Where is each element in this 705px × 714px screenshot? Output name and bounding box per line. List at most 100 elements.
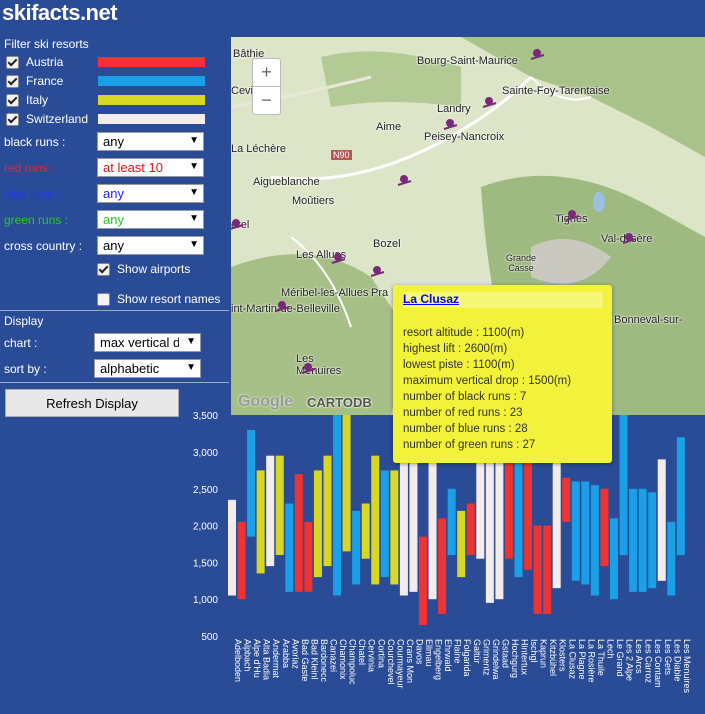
y-tick-label: 3,500 <box>193 411 218 422</box>
x-tick-label: Les 2 Alpe <box>625 639 635 681</box>
checkbox-icon[interactable] <box>97 292 110 306</box>
x-tick-label: Ehrwald <box>443 639 453 672</box>
zoom-out-button[interactable]: − <box>252 86 281 115</box>
green-runs-select[interactable]: any ▼ <box>97 210 204 229</box>
chart-bar[interactable] <box>543 525 552 614</box>
chart-bar[interactable] <box>619 407 628 556</box>
popup-resort-link[interactable]: La Clusaz <box>403 292 603 308</box>
country-label: Switzerland <box>26 112 89 126</box>
chart-bar[interactable] <box>380 470 389 578</box>
chart-bar[interactable] <box>294 474 303 592</box>
chart-bar[interactable] <box>323 455 332 567</box>
chart-bar[interactable] <box>610 518 618 600</box>
chart-bar[interactable] <box>256 470 265 574</box>
country-italy-checkbox[interactable]: Italy <box>6 92 48 108</box>
chart-select[interactable]: max vertical d ▼ <box>94 333 201 352</box>
chart-bar[interactable] <box>485 452 494 603</box>
x-tick-label: La Thuile <box>596 639 606 676</box>
skier-marker-icon[interactable] <box>482 97 497 108</box>
checkbox-icon[interactable] <box>6 112 19 126</box>
chart-bar[interactable] <box>600 488 609 567</box>
divider <box>0 382 229 383</box>
skier-marker-icon[interactable] <box>565 210 580 221</box>
show-resort-names-checkbox[interactable]: Show resort names <box>97 292 220 306</box>
dropdown-arrow-icon: ▼ <box>189 187 199 198</box>
popup-line: number of blue runs : 28 <box>403 423 528 435</box>
chart-bar[interactable] <box>466 503 475 556</box>
chart-bar[interactable] <box>667 521 676 596</box>
sort-select[interactable]: alphabetic ▼ <box>94 359 201 378</box>
checkbox-icon[interactable] <box>6 74 19 88</box>
chart-bar[interactable] <box>648 492 657 589</box>
chart-bar[interactable] <box>419 536 427 625</box>
chart-bar[interactable] <box>495 452 504 600</box>
site-title[interactable]: skifacts.net <box>2 0 118 26</box>
x-tick-label: Canazei <box>329 639 339 672</box>
chart-bar[interactable] <box>266 455 275 567</box>
x-tick-label: Hintertux <box>520 639 530 676</box>
chart-bar[interactable] <box>371 455 380 585</box>
chart-bar[interactable] <box>562 477 571 522</box>
checkbox-icon[interactable] <box>6 93 19 107</box>
skier-marker-icon[interactable] <box>301 363 316 374</box>
chart-bar[interactable] <box>237 521 246 600</box>
skier-marker-icon[interactable] <box>397 175 412 186</box>
skier-marker-icon[interactable] <box>443 119 458 130</box>
chart-bar[interactable] <box>228 499 236 596</box>
skier-marker-icon[interactable] <box>275 301 290 312</box>
chart-bar[interactable] <box>275 455 284 556</box>
x-tick-label: Kaprun <box>539 639 549 668</box>
chart-bar[interactable] <box>676 437 685 556</box>
country-switzerland-checkbox[interactable]: Switzerland <box>6 111 88 127</box>
chart-bar[interactable] <box>533 525 542 614</box>
chart-bar[interactable] <box>342 411 351 552</box>
chart-bar[interactable] <box>313 470 322 578</box>
chart-bar[interactable] <box>390 470 399 585</box>
y-tick-label: 1,000 <box>193 595 218 606</box>
red-runs-select[interactable]: at least 10 ▼ <box>97 158 204 177</box>
chart-bar[interactable] <box>552 463 561 589</box>
black-runs-select[interactable]: any ▼ <box>97 132 204 151</box>
skier-marker-icon[interactable] <box>622 233 637 244</box>
skier-marker-icon[interactable] <box>331 253 346 264</box>
chart-bar[interactable] <box>399 452 408 596</box>
x-tick-label: Hochgurg <box>510 639 520 678</box>
chart-bar[interactable] <box>590 485 599 596</box>
chart-bar[interactable] <box>524 459 533 570</box>
show-airports-checkbox[interactable]: Show airports <box>97 262 190 276</box>
chart-bar[interactable] <box>438 518 447 614</box>
checkbox-icon[interactable] <box>6 55 19 69</box>
chart-bar[interactable] <box>304 521 313 592</box>
chart-bar[interactable] <box>409 463 418 592</box>
chart-bar[interactable] <box>352 510 361 585</box>
chart-bar[interactable] <box>638 488 647 592</box>
chart-bar[interactable] <box>476 459 485 559</box>
chart-bar[interactable] <box>457 510 466 578</box>
chart-bar[interactable] <box>447 488 456 556</box>
skier-marker-icon[interactable] <box>530 49 545 60</box>
chart-bar[interactable] <box>657 459 666 581</box>
x-tick-label: Chamonix <box>338 639 348 680</box>
chart-bar[interactable] <box>428 452 437 600</box>
refresh-display-button[interactable]: Refresh Display <box>5 389 179 417</box>
chart-bar[interactable] <box>333 407 342 596</box>
chart-bar[interactable] <box>581 481 590 585</box>
chart-bar[interactable] <box>504 448 513 559</box>
sort-value: alphabetic <box>100 361 160 376</box>
country-france-checkbox[interactable]: France <box>6 73 63 89</box>
zoom-in-button[interactable]: + <box>252 58 281 87</box>
chart-bar[interactable] <box>629 488 638 592</box>
x-tick-label: Kitzbühel <box>548 639 558 676</box>
skier-marker-icon[interactable] <box>231 219 244 230</box>
skier-marker-icon[interactable] <box>370 266 385 277</box>
cross-country-select[interactable]: any ▼ <box>97 236 204 255</box>
chart-value: max vertical d <box>100 335 179 350</box>
chart-bar[interactable] <box>571 481 580 581</box>
chart-bar[interactable] <box>285 503 294 592</box>
country-austria-checkbox[interactable]: Austria <box>6 54 63 70</box>
chart-bar[interactable] <box>247 429 256 537</box>
checkbox-icon[interactable] <box>97 262 110 276</box>
blue-runs-select[interactable]: any ▼ <box>97 184 204 203</box>
chart-bar[interactable] <box>361 503 370 559</box>
divider <box>0 310 229 311</box>
